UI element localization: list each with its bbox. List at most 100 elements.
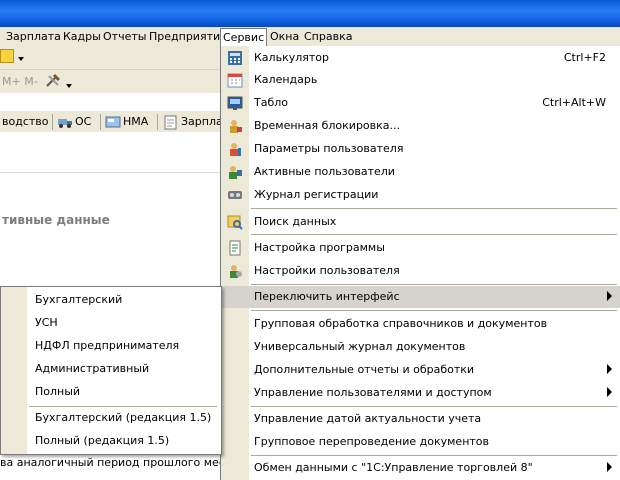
submenu-item-label: Административный: [35, 362, 150, 375]
program-settings-icon: [227, 240, 243, 256]
dropdown-arrow-icon[interactable]: [66, 84, 72, 88]
service-menu: Калькулятор Ctrl+F2 Календарь Табло Ctrl…: [220, 46, 620, 480]
window-title-bar[interactable]: [0, 0, 620, 27]
menu-item-data-exchange[interactable]: Обмен данными с "1С:Управление торговлей…: [221, 457, 620, 479]
menu-item-program-settings[interactable]: Настройка программы: [221, 237, 620, 259]
menu-item-label: Активные пользователи: [254, 165, 395, 178]
menu-item-label: Универсальный журнал документов: [254, 340, 466, 353]
nma-icon: [105, 114, 121, 130]
tab-separator: [52, 114, 53, 130]
user-params-icon: [227, 141, 243, 157]
tab-proizvodstvo[interactable]: водство: [2, 115, 49, 128]
submenu-arrow-icon: [607, 364, 612, 374]
memory-buttons[interactable]: M+ M-: [2, 75, 38, 88]
menu-separator: [251, 406, 617, 407]
tab-os[interactable]: ОС: [75, 115, 91, 128]
tab-nma[interactable]: НМА: [123, 115, 148, 128]
submenu-arrow-icon: [607, 291, 612, 301]
menu-item-label: Калькулятор: [254, 51, 329, 64]
menu-item-temp-lock[interactable]: Временная блокировка...: [221, 115, 620, 137]
tab-separator: [157, 114, 158, 130]
menu-item-actuality-date[interactable]: Управление датой актуальности учета: [221, 408, 620, 430]
log-icon: [227, 187, 243, 203]
submenu-item-label: Бухгалтерский (редакция 1.5): [35, 411, 212, 424]
menu-item-group-processing[interactable]: Групповая обработка справочников и докум…: [221, 313, 620, 335]
truck-icon: [57, 114, 73, 130]
menu-item-user-params[interactable]: Параметры пользователя: [221, 138, 620, 160]
menu-item-label: Переключить интерфейс: [254, 290, 400, 303]
main-menubar: Зарплата Кадры Отчеты Предприятие Сервис…: [0, 27, 620, 47]
menu-item-label: Управление датой актуальности учета: [254, 412, 482, 425]
tools-icon[interactable]: [45, 73, 61, 89]
menu-item-shortcut: Ctrl+Alt+W: [542, 96, 606, 109]
menu-separator: [251, 310, 617, 311]
menu-item-label: Дополнительные отчеты и обработки: [254, 363, 475, 376]
submenu-arrow-icon: [607, 387, 612, 397]
calendar-icon: [227, 72, 243, 88]
menu-item-label: Журнал регистрации: [254, 188, 379, 201]
submenu-item-usn[interactable]: УСН: [1, 312, 221, 334]
interface-submenu: Бухгалтерский УСН НДФЛ предпринимателя А…: [0, 286, 222, 455]
lock-user-icon: [227, 118, 243, 134]
menu-item-label: Групповое перепроведение документов: [254, 435, 490, 448]
menu-item-label: Поиск данных: [254, 215, 337, 228]
menu-item-universal-journal[interactable]: Универсальный журнал документов: [221, 336, 620, 358]
menu-kadry[interactable]: Кадры: [61, 29, 103, 44]
menu-separator: [251, 208, 617, 209]
menu-item-tablo[interactable]: Табло Ctrl+Alt+W: [221, 92, 620, 114]
menu-otchety[interactable]: Отчеты: [101, 29, 148, 44]
menu-okna[interactable]: Окна: [268, 29, 301, 44]
menu-item-label: Временная блокировка...: [254, 119, 401, 132]
menu-item-shortcut: Ctrl+F2: [563, 51, 606, 64]
menu-item-search-data[interactable]: Поиск данных: [221, 211, 620, 233]
menu-item-switch-interface[interactable]: Переключить интерфейс: [221, 286, 620, 308]
submenu-item-ndfl[interactable]: НДФЛ предпринимателя: [1, 335, 221, 357]
submenu-arrow-icon: [607, 462, 612, 472]
search-data-icon: [227, 214, 243, 230]
submenu-item-accounting[interactable]: Бухгалтерский: [1, 289, 221, 311]
menu-predpriyatie[interactable]: Предприятие: [147, 29, 229, 44]
menu-item-label: Календарь: [254, 73, 318, 86]
menu-item-label: Управление пользователями и доступом: [254, 386, 492, 399]
menu-item-label: Настройка программы: [254, 241, 385, 254]
dropdown-arrow-icon[interactable]: [18, 57, 24, 61]
submenu-item-full[interactable]: Полный: [1, 381, 221, 403]
folder-icon[interactable]: [0, 49, 14, 63]
menu-spravka[interactable]: Справка: [302, 29, 354, 44]
calculator-icon: [227, 50, 243, 66]
submenu-item-label: Бухгалтерский: [35, 293, 123, 306]
menu-item-label: Настройки пользователя: [254, 264, 400, 277]
user-settings-icon: [227, 263, 243, 279]
tab-separator: [100, 114, 101, 130]
submenu-item-label: Полный: [35, 385, 81, 398]
menu-item-user-settings[interactable]: Настройки пользователя: [221, 260, 620, 282]
menu-item-reposting[interactable]: Групповое перепроведение документов: [221, 431, 620, 453]
menu-item-label: Параметры пользователя: [254, 142, 404, 155]
menu-item-user-access[interactable]: Управление пользователями и доступом: [221, 382, 620, 404]
section-title: тивные данные: [2, 213, 110, 227]
menu-item-calculator[interactable]: Калькулятор Ctrl+F2: [221, 47, 620, 69]
tab-strip: водство ОС НМА Зарплата: [0, 110, 236, 134]
payroll-icon: [163, 114, 179, 130]
active-users-icon: [227, 164, 243, 180]
menu-separator: [251, 234, 617, 235]
submenu-item-administrative[interactable]: Административный: [1, 358, 221, 380]
submenu-item-full-1-5[interactable]: Полный (редакция 1.5): [1, 430, 221, 452]
submenu-item-label: НДФЛ предпринимателя: [35, 339, 180, 352]
menu-item-additional-reports[interactable]: Дополнительные отчеты и обработки: [221, 359, 620, 381]
menu-item-log[interactable]: Журнал регистрации: [221, 184, 620, 206]
menu-item-active-users[interactable]: Активные пользователи: [221, 161, 620, 183]
scoreboard-icon: [227, 95, 243, 111]
submenu-item-accounting-1-5[interactable]: Бухгалтерский (редакция 1.5): [1, 407, 221, 429]
menu-zarplata[interactable]: Зарплата: [4, 29, 63, 44]
submenu-item-label: УСН: [35, 316, 58, 329]
menu-item-label: Табло: [254, 96, 289, 109]
menu-item-calendar[interactable]: Календарь: [221, 69, 620, 91]
menu-item-label: Обмен данными с "1С:Управление торговлей…: [254, 461, 533, 474]
menu-servis[interactable]: Сервис: [220, 28, 268, 47]
submenu-item-label: Полный (редакция 1.5): [35, 434, 170, 447]
menu-separator: [251, 284, 617, 285]
menu-item-label: Групповая обработка справочников и докум…: [254, 317, 548, 330]
filter-panel: [0, 132, 220, 173]
menu-separator: [251, 455, 617, 456]
